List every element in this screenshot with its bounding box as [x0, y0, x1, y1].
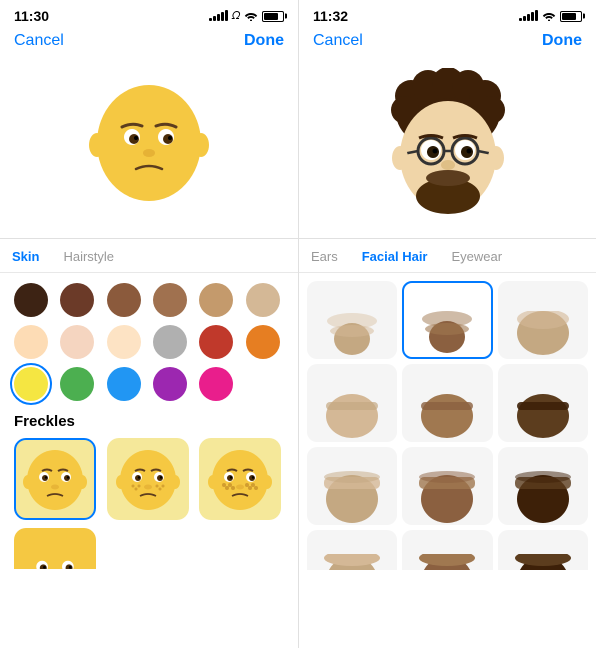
left-phone-panel: 11:30 𝛺	[0, 0, 298, 648]
color-1[interactable]	[14, 283, 48, 317]
color-9[interactable]	[107, 325, 141, 359]
left-time: 11:30	[14, 8, 49, 24]
left-status-bar: 11:30 𝛺	[0, 0, 298, 28]
right-status-bar: 11:32	[299, 0, 596, 28]
color-15[interactable]	[107, 367, 141, 401]
left-battery-icon	[262, 11, 284, 22]
right-nav-bar: Cancel Done	[299, 28, 596, 58]
fh-item-9[interactable]	[498, 447, 588, 525]
color-14[interactable]	[60, 367, 94, 401]
fh-item-6[interactable]	[498, 364, 588, 442]
tab-eyewear[interactable]: Eyewear	[440, 249, 515, 264]
color-3[interactable]	[107, 283, 141, 317]
color-5[interactable]	[199, 283, 233, 317]
freckles-label: Freckles	[14, 413, 284, 430]
color-10[interactable]	[153, 325, 187, 359]
fh-item-7[interactable]	[307, 447, 397, 525]
color-7[interactable]	[14, 325, 48, 359]
left-done-button[interactable]: Done	[244, 32, 284, 50]
color-12[interactable]	[246, 325, 280, 359]
right-wifi-icon	[542, 11, 556, 21]
color-4[interactable]	[153, 283, 187, 317]
left-avatar	[84, 75, 214, 215]
right-battery-icon	[560, 11, 582, 22]
fh-item-1[interactable]	[307, 281, 397, 359]
skin-content: Freckles	[0, 273, 298, 648]
tab-facial-hair[interactable]: Facial Hair	[350, 249, 440, 264]
left-cancel-button[interactable]: Cancel	[14, 32, 64, 50]
color-11[interactable]	[199, 325, 233, 359]
fh-item-3[interactable]	[498, 281, 588, 359]
right-tabs[interactable]: Ears Facial Hair Eyewear	[299, 239, 596, 273]
right-phone-panel: 11:32 Cance	[298, 0, 596, 648]
right-status-icons	[519, 11, 582, 22]
right-avatar-area	[299, 58, 596, 238]
fh-row-1	[307, 281, 588, 359]
right-done-button[interactable]: Done	[542, 32, 582, 50]
freckle-option-1[interactable]	[14, 438, 96, 520]
left-tabs[interactable]: Skin Hairstyle	[0, 239, 298, 273]
fh-item-5[interactable]	[402, 364, 492, 442]
fh-row-3	[307, 447, 588, 525]
fh-item-2[interactable]	[402, 281, 492, 359]
color-6[interactable]	[246, 283, 280, 317]
fh-item-8[interactable]	[402, 447, 492, 525]
fh-row-2	[307, 364, 588, 442]
left-wifi-icon-svg	[244, 11, 258, 21]
color-13[interactable]	[14, 367, 48, 401]
color-grid	[14, 283, 284, 401]
left-wifi-icon: 𝛺	[232, 10, 240, 23]
freckle-partial-1[interactable]	[14, 528, 96, 574]
tab-ears[interactable]: Ears	[299, 249, 350, 264]
fh-item-4[interactable]	[307, 364, 397, 442]
color-16[interactable]	[153, 367, 187, 401]
fh-item-12[interactable]	[498, 530, 588, 570]
left-avatar-area	[0, 58, 298, 238]
tab-hairstyle[interactable]: Hairstyle	[51, 249, 126, 264]
right-time: 11:32	[313, 8, 348, 24]
color-8[interactable]	[60, 325, 94, 359]
freckle-option-2[interactable]	[107, 438, 189, 520]
fh-row-4	[307, 530, 588, 570]
color-17[interactable]	[199, 367, 233, 401]
facial-hair-content	[299, 273, 596, 648]
tab-skin[interactable]: Skin	[0, 249, 51, 264]
right-cancel-button[interactable]: Cancel	[313, 32, 363, 50]
left-nav-bar: Cancel Done	[0, 28, 298, 58]
freckles-grid	[14, 438, 284, 520]
left-status-icons: 𝛺	[209, 10, 284, 23]
freckle-partial-row	[14, 528, 284, 574]
fh-item-10[interactable]	[307, 530, 397, 570]
left-signal-icon	[209, 11, 228, 21]
right-avatar	[373, 68, 523, 223]
color-2[interactable]	[60, 283, 94, 317]
right-signal-icon	[519, 11, 538, 21]
freckle-option-3[interactable]	[199, 438, 281, 520]
fh-item-11[interactable]	[402, 530, 492, 570]
